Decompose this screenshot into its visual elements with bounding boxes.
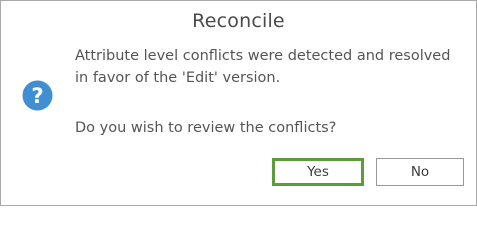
message-line-2: in favor of the 'Edit' version. [75, 70, 281, 86]
reconcile-dialog: Reconcile ? Attribute level conflicts we… [0, 0, 477, 206]
yes-button[interactable]: Yes [272, 158, 364, 186]
dialog-titlebar: Reconcile [1, 1, 476, 41]
dialog-title: Reconcile [192, 10, 285, 32]
message-question: Do you wish to review the conflicts? [75, 120, 337, 136]
message-line-1: Attribute level conflicts were detected … [75, 48, 451, 64]
no-button[interactable]: No [376, 158, 464, 186]
dialog-message: Attribute level conflicts were detected … [75, 45, 471, 139]
svg-text:?: ? [31, 84, 43, 109]
question-icon: ? [22, 80, 53, 111]
